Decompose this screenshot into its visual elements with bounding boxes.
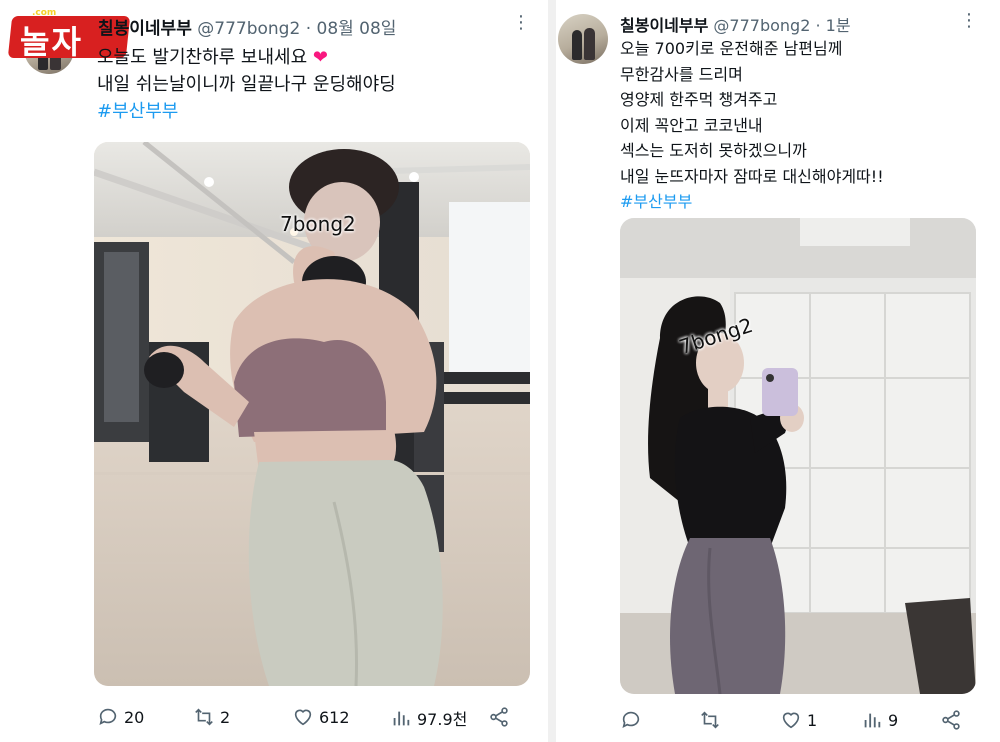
reply-count: 20 (124, 707, 145, 727)
tweet-header: 칠봉이네부부 @777bong2 · 08월 08일 (98, 14, 396, 39)
separator-dot: · (815, 16, 821, 35)
tweet-line: 섹스는 도저히 못하겠으니까 (620, 141, 807, 160)
view-count: 9 (888, 710, 899, 730)
like-button[interactable]: 612 (292, 706, 350, 728)
heart-icon (782, 712, 800, 729)
reply-button[interactable] (620, 709, 647, 731)
tweet-card-1[interactable]: .com 놀자 칠봉이네부부 @777bong2 · 08월 08일 ⋮ 오늘도… (0, 0, 548, 742)
view-count: 97.9천 (417, 710, 468, 729)
hashtag-link[interactable]: #부산부부 (620, 189, 884, 215)
like-count: 612 (319, 707, 350, 727)
analytics-icon (864, 713, 881, 728)
reply-icon (622, 711, 640, 728)
user-handle[interactable]: @777bong2 (197, 19, 300, 39)
panel-divider (548, 0, 556, 742)
retweet-icon (195, 708, 213, 726)
timestamp[interactable]: 08월 08일 (317, 19, 397, 39)
share-icon (942, 710, 960, 730)
display-name[interactable]: 칠봉이네부부 (620, 16, 708, 35)
timestamp[interactable]: 1분 (826, 16, 851, 35)
tweet-line: 이제 꼭안고 코코낸내 (620, 115, 763, 135)
tweet-text: 오늘 700키로 운전해준 남편님께 무한감사를 드리며 영양제 한주먹 챙겨주… (620, 36, 884, 215)
views-button[interactable]: 97.9천 (390, 706, 467, 730)
tweet-line: 오늘도 발기찬하루 보내세요 ❤ (97, 47, 328, 68)
tweet-line: 오늘 700키로 운전해준 남편님께 (620, 39, 843, 58)
tweet-line: 무한감사를 드리며 (620, 64, 743, 84)
like-button[interactable]: 1 (780, 709, 817, 731)
analytics-icon (393, 711, 410, 726)
tweet-photo[interactable]: 7bong2 (620, 218, 976, 694)
retweet-button[interactable] (699, 709, 726, 731)
heart-emoji-icon: ❤ (312, 47, 328, 68)
tweet-photo[interactable]: 7bong2 (94, 142, 530, 686)
share-icon (490, 707, 508, 727)
more-options-icon[interactable]: ⋮ (512, 14, 530, 32)
tweet-header: 칠봉이네부부 @777bong2 · 1분 (620, 12, 851, 36)
share-button[interactable] (488, 706, 510, 728)
retweet-count: 2 (220, 707, 231, 727)
user-handle[interactable]: @777bong2 (713, 16, 810, 35)
tweet-line: 영양제 한주먹 챙겨주고 (620, 90, 778, 109)
reply-button[interactable]: 20 (97, 706, 144, 728)
heart-icon (294, 709, 312, 726)
tweet-card-2[interactable]: 칠봉이네부부 @777bong2 · 1분 ⋮ 오늘 700키로 운전해준 남편… (556, 0, 1000, 742)
retweet-button[interactable]: 2 (193, 706, 230, 728)
avatar[interactable] (558, 14, 608, 64)
retweet-icon (701, 711, 719, 729)
views-button[interactable]: 9 (861, 709, 898, 731)
watermark-text: 7bong2 (280, 212, 356, 236)
reply-icon (99, 708, 117, 725)
tweet-text: 오늘도 발기찬하루 보내세요 ❤ 내일 쉬는날이니까 일끝나구 운딩해야딩 #부… (97, 44, 396, 125)
tweet-line: 내일 눈뜨자마자 잠따로 대신해야게따!! (620, 166, 884, 186)
mirror-selfie-image (620, 218, 976, 694)
display-name[interactable]: 칠봉이네부부 (98, 19, 192, 39)
hashtag-link[interactable]: #부산부부 (97, 98, 396, 125)
share-button[interactable] (940, 709, 962, 731)
like-count: 1 (807, 710, 818, 730)
tweet-line: 내일 쉬는날이니까 일끝나구 운딩해야딩 (97, 74, 396, 95)
separator-dot: · (305, 19, 312, 39)
more-options-icon[interactable]: ⋮ (960, 12, 978, 30)
